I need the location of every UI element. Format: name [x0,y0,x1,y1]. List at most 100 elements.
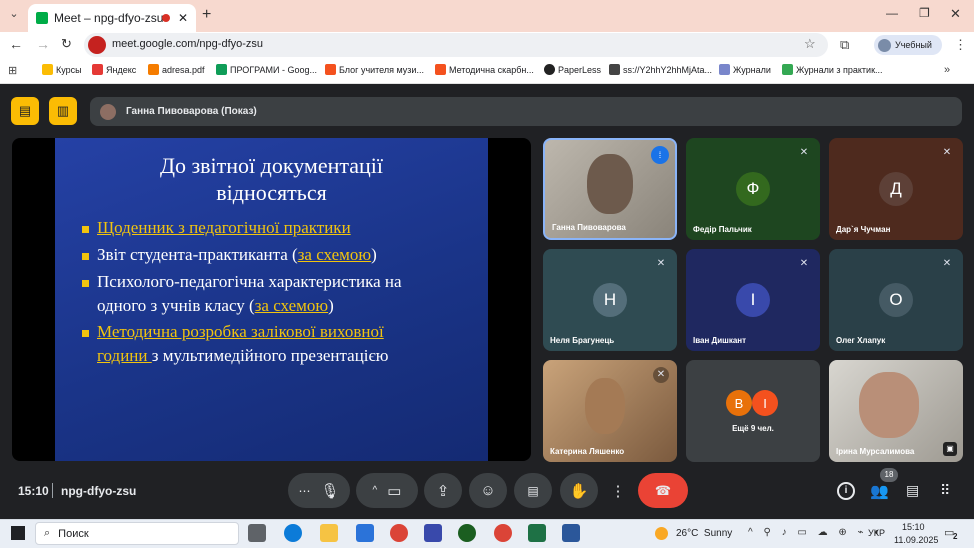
slide-link[interactable]: за схемою [255,296,328,315]
divider [52,483,53,498]
extensions-icon[interactable]: ⧉ [840,37,849,53]
more-icon: ⋯ [298,483,311,498]
activities-icon[interactable]: ⠿ [940,482,950,499]
hand-icon: ✋ [569,482,589,500]
bookmark-item[interactable]: Методична скарбн... [435,64,534,75]
mic-off-icon: ✕ [656,258,666,269]
slide-link[interactable]: Методична розробка залікової виховної [97,322,384,341]
apps-grid-icon[interactable]: ⊞ [8,64,17,77]
participant-tile[interactable]: Ф ✕ Федір Пальчик [686,138,820,240]
bookmark-item[interactable]: adresa.pdf [148,64,205,75]
close-window-icon[interactable]: ✕ [950,6,961,22]
chrome-icon[interactable] [390,524,408,542]
present-button[interactable]: ⇪ [424,473,462,508]
participant-tile[interactable]: Н ✕ Неля Брагунець [543,249,677,351]
address-bar[interactable]: meet.google.com/npg-dfyo-zsu ☆ [84,33,828,57]
browser-tab[interactable]: Meet – npg-dfyo-zsu ✕ [28,4,196,32]
presenter-banner[interactable]: Ганна Пивоварова (Показ) [90,97,962,126]
reactions-button[interactable]: ☺ [469,473,507,508]
new-tab-button[interactable]: + [202,6,211,24]
search-field[interactable]: ⌕ Поиск [35,522,239,545]
participant-tile[interactable]: Д ✕ Дар`я Чучман [829,138,963,240]
bookmark-item[interactable]: Журнали з практик... [782,64,883,75]
avatar [878,38,891,52]
url-text: meet.google.com/npg-dfyo-zsu [112,38,264,50]
clock-date[interactable]: 11.09.2025 [894,535,938,545]
hangup-icon: ☎ [654,482,672,498]
more-participants-tile[interactable]: В І Ещё 9 чел. [686,360,820,462]
minimize-icon[interactable]: — [886,6,898,20]
layout-icon[interactable]: ▤ [11,97,39,125]
end-call-button[interactable]: ☎ [638,473,688,508]
people-count-badge: 18 [880,468,898,482]
bookmark-icon [609,64,620,75]
bookmark-item[interactable]: ss://Y2hhY2hhMjAta... [609,64,712,75]
chat-icon[interactable]: ▤ [906,482,919,499]
info-panel-icon[interactable]: ▥ [49,97,77,125]
participant-tile[interactable]: ⁞ Ганна Пивоварова [543,138,677,240]
bullet-icon [82,330,89,337]
avatar [100,103,116,120]
forward-icon[interactable]: → [36,36,50,52]
slide-link[interactable]: Щоденник з педагогічної практики [97,218,351,237]
task-view-icon[interactable] [248,524,266,542]
bookmark-item[interactable]: PaperLess [544,64,601,75]
slide-link[interactable]: години [97,346,152,365]
word-icon[interactable] [562,524,580,542]
participant-name: Олег Хлапук [836,336,886,345]
explorer-icon[interactable] [320,524,338,542]
chrome-active-icon[interactable] [494,524,512,542]
people-icon[interactable]: 👥 [870,482,889,500]
slide-link[interactable]: за схемою [298,245,371,264]
bookmark-icon [92,64,103,75]
bookmark-icon [42,64,53,75]
participant-tile[interactable]: ✕ Катерина Ляшенко [543,360,677,462]
tab-search-icon[interactable]: ⌄ [6,7,22,23]
pin-icon[interactable]: ▣ [943,442,957,456]
avatar: Ф [736,172,770,206]
bookmark-item[interactable]: Курсы [42,64,82,75]
captions-button[interactable]: ▤ [514,473,552,508]
participant-tile[interactable]: ▣ Ірина Мурсалимова [829,360,963,462]
speaking-icon: ⁞ [651,146,669,164]
bookmark-item[interactable]: Журнали [719,64,771,75]
tray-icons[interactable]: ^ ⚲ ♪ ▭ ☁ ⊕ ⌁ ◐ [748,527,884,538]
camera-button[interactable]: ^ ▭ [356,473,418,508]
participant-tile[interactable]: І ✕ Іван Дишкант [686,249,820,351]
avatar: Д [879,172,913,206]
store-icon[interactable] [356,524,374,542]
participant-name: Ганна Пивоварова [552,223,626,232]
more-count-label: Ещё 9 чел. [732,424,774,433]
bookmark-item[interactable]: ПРОГРАМИ - Goog... [216,64,317,75]
bookmark-item[interactable]: Блог учителя музи... [325,64,424,75]
back-icon[interactable]: ← [9,36,23,52]
windows-start-icon[interactable] [11,526,25,540]
tab-title: Meet – npg-dfyo-zsu [54,11,164,25]
bookmark-star-icon[interactable]: ☆ [804,36,816,52]
profile-chip[interactable]: Учебный [874,35,942,55]
restore-icon[interactable]: ❐ [919,6,930,20]
app-icon[interactable] [458,524,476,542]
more-bookmarks-icon[interactable]: » [944,64,950,76]
slide-item: Методична розробка залікової виховної [97,322,384,342]
save-app-icon[interactable] [424,524,442,542]
info-icon[interactable]: i [837,482,855,500]
more-options-button[interactable]: ⋮ [604,473,632,508]
weather-label[interactable]: 26°C Sunny [676,528,732,539]
mic-off-icon: ✕ [799,258,809,269]
close-tab-icon[interactable]: ✕ [178,11,188,25]
participant-name: Катерина Ляшенко [550,447,625,456]
site-info-icon[interactable] [88,36,106,54]
raise-hand-button[interactable]: ✋ [560,473,598,508]
menu-dots-icon[interactable]: ⋮ [954,37,967,53]
mic-options-button[interactable]: ⋯ 🎙 [288,473,350,508]
edge-icon[interactable] [284,524,302,542]
language-indicator[interactable]: УКР [868,528,885,538]
emoji-icon: ☺ [480,482,496,499]
reload-icon[interactable]: ↻ [61,36,72,52]
slide-title-line: відносяться [216,180,327,205]
bookmark-item[interactable]: Яндекс [92,64,136,75]
clock-time[interactable]: 15:10 [902,522,925,532]
participant-tile[interactable]: О ✕ Олег Хлапук [829,249,963,351]
excel-icon[interactable] [528,524,546,542]
